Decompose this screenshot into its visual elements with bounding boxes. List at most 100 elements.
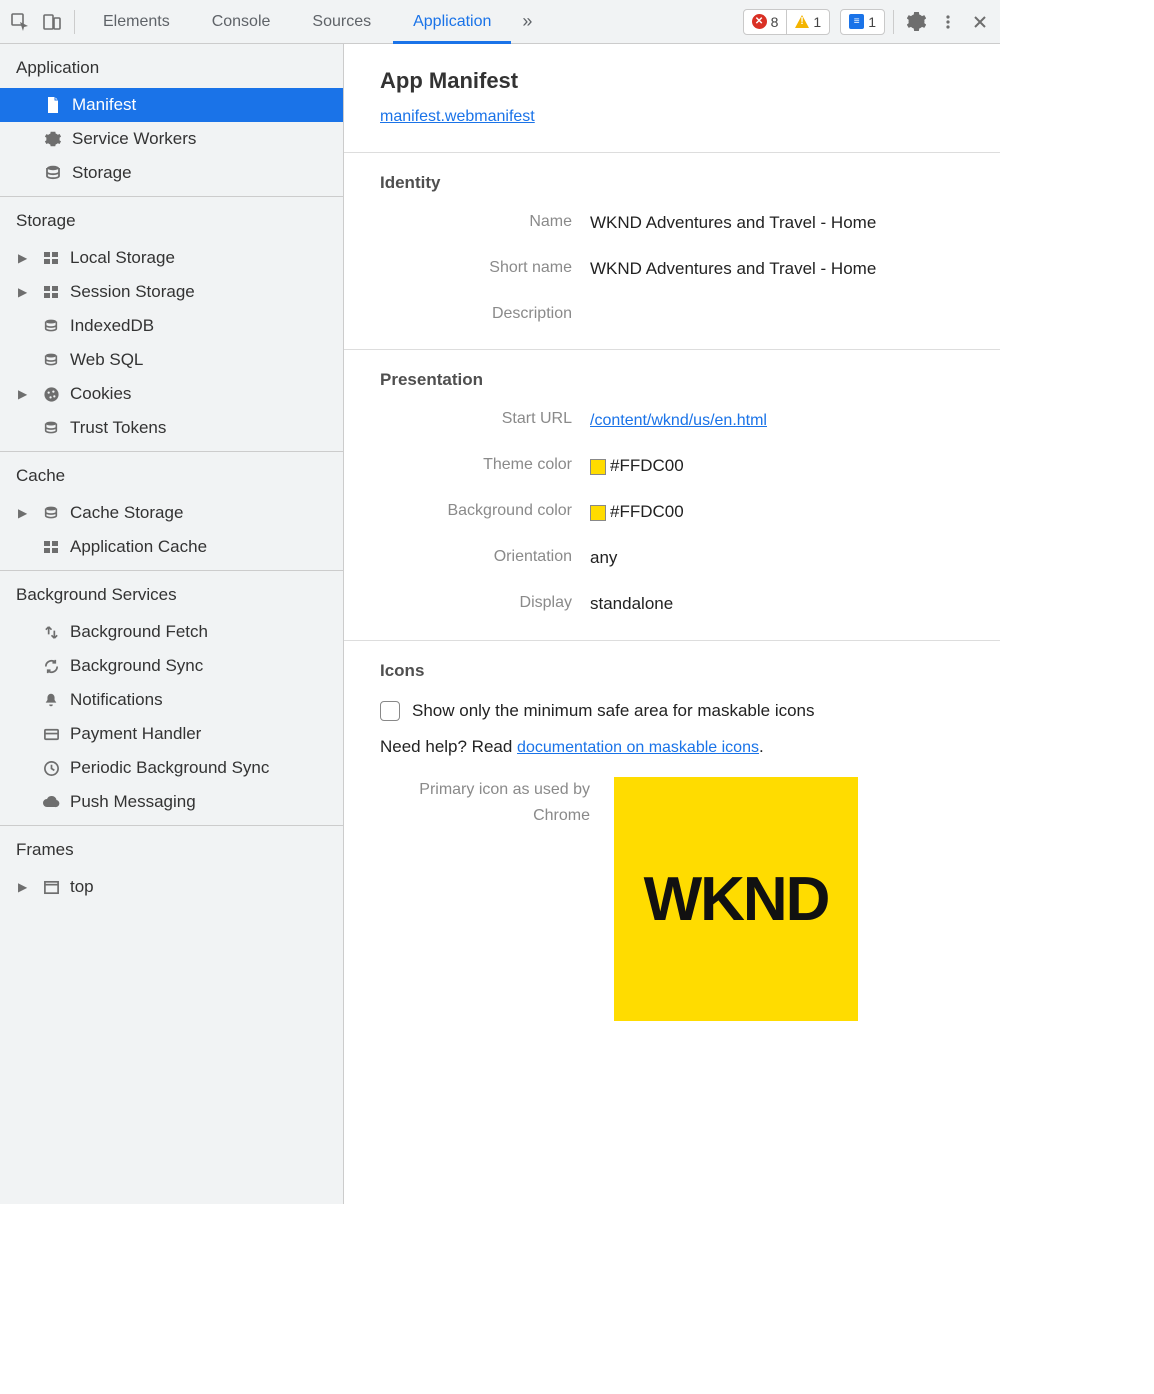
sidebar-item-push-messaging[interactable]: Push Messaging	[0, 785, 343, 819]
cookie-icon	[40, 383, 62, 405]
toolbar-divider	[893, 10, 894, 34]
primary-icon-preview: WKND	[614, 777, 858, 1021]
sidebar-item-application-cache[interactable]: Application Cache	[0, 530, 343, 564]
sidebar-section-frames: Frames ▶top	[0, 826, 343, 904]
sidebar-item-notifications[interactable]: Notifications	[0, 683, 343, 717]
field-value: WKND Adventures and Travel - Home	[590, 213, 970, 233]
warning-icon	[795, 15, 809, 28]
fetch-icon	[40, 621, 62, 643]
console-counts[interactable]: ✕ 8 1	[743, 9, 831, 35]
field-value: #FFDC00	[590, 502, 970, 522]
field-description: Description	[380, 305, 970, 323]
issues-count[interactable]: ≡ 1	[840, 9, 885, 35]
sidebar-item-label: Storage	[72, 163, 343, 183]
identity-section-heading: Identity	[380, 173, 970, 193]
field-label: Background color	[380, 502, 590, 520]
settings-gear-icon[interactable]	[902, 0, 930, 44]
section-title: Cache	[0, 452, 343, 496]
sidebar-section-storage: Storage ▶Local Storage ▶Session Storage …	[0, 197, 343, 445]
warning-count-value: 1	[813, 14, 821, 30]
sidebar-item-payment-handler[interactable]: Payment Handler	[0, 717, 343, 751]
expand-arrow-icon[interactable]: ▶	[18, 251, 32, 265]
frame-icon	[40, 876, 62, 898]
tab-sources[interactable]: Sources	[292, 0, 391, 44]
toolbar-divider	[74, 10, 75, 34]
database-icon	[42, 162, 64, 184]
sidebar-item-label: Service Workers	[72, 129, 343, 149]
file-icon	[42, 94, 64, 116]
error-icon: ✕	[752, 14, 767, 29]
field-orientation: Orientation any	[380, 548, 970, 568]
table-icon	[40, 536, 62, 558]
sidebar-item-periodic-background-sync[interactable]: Periodic Background Sync	[0, 751, 343, 785]
sidebar-item-indexeddb[interactable]: IndexedDB	[0, 309, 343, 343]
sync-icon	[40, 655, 62, 677]
tab-console[interactable]: Console	[192, 0, 291, 44]
sidebar-item-cookies[interactable]: ▶ Cookies	[0, 377, 343, 411]
warning-count[interactable]: 1	[786, 10, 829, 34]
sidebar-section-background-services: Background Services Background Fetch Bac…	[0, 571, 343, 819]
clock-icon	[40, 757, 62, 779]
expand-arrow-icon[interactable]: ▶	[18, 506, 32, 520]
table-icon	[40, 247, 62, 269]
sidebar-item-label: Application Cache	[70, 537, 343, 557]
expand-arrow-icon[interactable]: ▶	[18, 387, 32, 401]
more-tabs-chevron-icon[interactable]: »	[515, 11, 539, 32]
card-icon	[40, 723, 62, 745]
sidebar-item-service-workers[interactable]: Service Workers	[0, 122, 343, 156]
field-label: Short name	[380, 259, 590, 277]
sidebar-item-manifest[interactable]: Manifest	[0, 88, 343, 122]
maskable-help-text: Need help? Read documentation on maskabl…	[380, 737, 970, 757]
expand-arrow-icon[interactable]: ▶	[18, 880, 32, 894]
field-theme-color: Theme color #FFDC00	[380, 456, 970, 476]
maskable-docs-link[interactable]: documentation on maskable icons	[517, 739, 759, 756]
field-label: Orientation	[380, 548, 590, 566]
maskable-checkbox[interactable]	[380, 701, 400, 721]
sidebar-item-local-storage[interactable]: ▶ Local Storage	[0, 241, 343, 275]
sidebar-item-label: Trust Tokens	[70, 418, 343, 438]
primary-icon-label: Primary icon as used by Chrome	[380, 777, 590, 1021]
sidebar-item-label: Background Sync	[70, 656, 343, 676]
start-url-link[interactable]: /content/wknd/us/en.html	[590, 412, 767, 429]
sidebar-item-label: Local Storage	[70, 248, 343, 268]
manifest-file-link[interactable]: manifest.webmanifest	[380, 108, 535, 125]
panel-heading: App Manifest	[380, 68, 970, 94]
sidebar-item-label: Push Messaging	[70, 792, 343, 812]
device-toggle-icon[interactable]	[38, 0, 66, 44]
kebab-menu-icon[interactable]	[934, 0, 962, 44]
sidebar-item-top-frame[interactable]: ▶top	[0, 870, 343, 904]
sidebar-item-label: Payment Handler	[70, 724, 343, 744]
field-value: #FFDC00	[590, 456, 970, 476]
field-label: Name	[380, 213, 590, 231]
close-devtools-icon[interactable]	[966, 0, 994, 44]
maskable-checkbox-row: Show only the minimum safe area for mask…	[380, 701, 970, 721]
expand-arrow-icon[interactable]: ▶	[18, 285, 32, 299]
application-sidebar: Application Manifest Service Workers Sto…	[0, 44, 344, 1204]
sidebar-item-websql[interactable]: Web SQL	[0, 343, 343, 377]
message-icon: ≡	[849, 14, 864, 29]
error-count[interactable]: ✕ 8	[744, 10, 787, 34]
field-label: Display	[380, 594, 590, 612]
sidebar-item-storage[interactable]: Storage	[0, 156, 343, 190]
sidebar-item-label: Cookies	[70, 384, 343, 404]
table-icon	[40, 281, 62, 303]
database-icon	[40, 417, 62, 439]
sidebar-item-label: Cache Storage	[70, 503, 343, 523]
tab-application[interactable]: Application	[393, 0, 511, 44]
sidebar-item-background-sync[interactable]: Background Sync	[0, 649, 343, 683]
section-title: Frames	[0, 826, 343, 870]
sidebar-item-label: IndexedDB	[70, 316, 343, 336]
message-count-value: 1	[868, 14, 876, 30]
sidebar-item-trust-tokens[interactable]: Trust Tokens	[0, 411, 343, 445]
sidebar-item-cache-storage[interactable]: ▶ Cache Storage	[0, 496, 343, 530]
presentation-section-heading: Presentation	[380, 370, 970, 390]
field-value: any	[590, 548, 970, 568]
sidebar-item-session-storage[interactable]: ▶Session Storage	[0, 275, 343, 309]
section-title: Application	[0, 44, 343, 88]
maskable-checkbox-label: Show only the minimum safe area for mask…	[412, 701, 815, 721]
field-value: WKND Adventures and Travel - Home	[590, 259, 970, 279]
inspect-element-icon[interactable]	[6, 0, 34, 44]
sidebar-item-background-fetch[interactable]: Background Fetch	[0, 615, 343, 649]
tab-elements[interactable]: Elements	[83, 0, 190, 44]
field-label: Description	[380, 305, 590, 323]
